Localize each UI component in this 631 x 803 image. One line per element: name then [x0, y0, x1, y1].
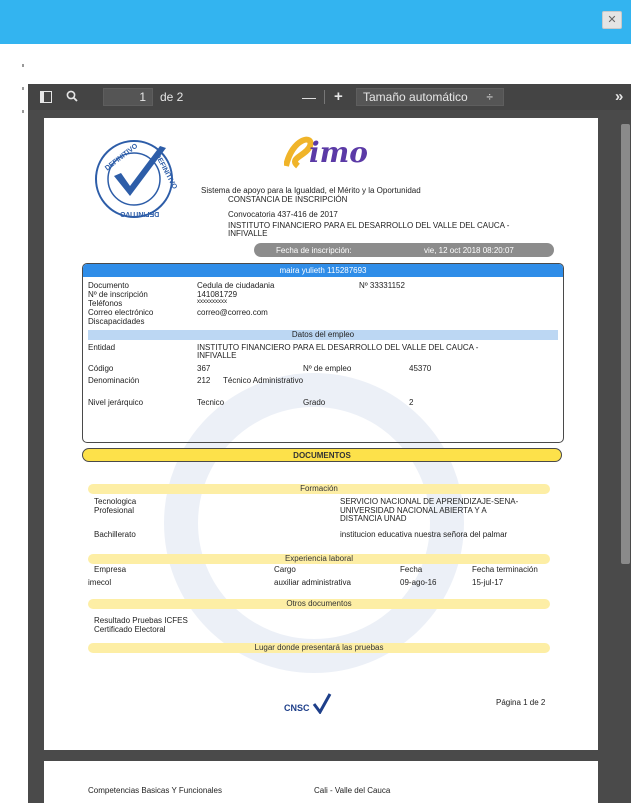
page-total-label: de 2: [160, 90, 184, 104]
formacion-header: Formación: [88, 484, 550, 494]
page-label: Página 1 de 2: [496, 698, 546, 707]
label-inscripcion: Nº de inscripción: [88, 290, 148, 299]
entity-line-2: INFIVALLE: [228, 229, 268, 238]
zoom-select-value: Tamaño automático: [363, 90, 468, 104]
window-body-gap: [0, 44, 631, 84]
exp-col-fecha-terminacion: Fecha terminación: [472, 565, 538, 574]
more-tools-icon[interactable]: »: [615, 84, 623, 110]
pdf-viewer[interactable]: DEFINITIVO DEFINITIVO DEFINITIVO imo Sis…: [28, 110, 631, 803]
header-subtitle: Sistema de apoyo para la Igualdad, el Mé…: [201, 186, 421, 195]
label-grado: Grado: [303, 398, 326, 407]
documentos-header: DOCUMENTOS: [82, 448, 562, 462]
exp-col-empresa: Empresa: [94, 565, 127, 574]
close-icon[interactable]: ✕: [602, 11, 622, 29]
entity-line-1: INSTITUTO FINANCIERO PARA EL DESARROLLO …: [228, 221, 510, 230]
pdf-toolbar: 1 de 2 — + Tamaño automático ÷ »: [28, 84, 631, 110]
toolbar-divider: [324, 90, 325, 104]
person-info-box: maira yulieth 115287693 Documento Cedula…: [82, 263, 564, 443]
sidebar-toggle-icon[interactable]: [40, 84, 54, 110]
otros-header: Otros documentos: [88, 599, 550, 609]
simo-logo-text: imo: [309, 136, 368, 169]
label-correo: Correo electrónico: [88, 308, 154, 317]
value-denominacion-name: Técnico Administrativo: [223, 376, 304, 385]
left-margin-marks: [0, 44, 28, 164]
zoom-out-button[interactable]: —: [302, 84, 316, 110]
header-title: CONSTANCIA DE INSCRIPCIÓN: [228, 195, 348, 204]
cnsc-logo: CNSC: [284, 692, 374, 718]
zoom-in-button[interactable]: +: [334, 84, 343, 110]
scrollbar-thumb[interactable]: [621, 124, 630, 564]
exp-cargo: auxiliar administrativa: [274, 578, 351, 587]
vertical-scrollbar[interactable]: [620, 110, 631, 803]
window-title-bar: ✕: [0, 0, 631, 44]
value-empleo-no: 45370: [409, 364, 432, 373]
exp-col-cargo: Cargo: [274, 565, 296, 574]
value-denominacion: 212: [197, 376, 211, 385]
value-entidad-1: INSTITUTO FINANCIERO PARA EL DESARROLLO …: [197, 343, 479, 352]
fecha-label: Fecha de inscripción:: [276, 246, 352, 255]
formacion-level-1: Profesional: [94, 506, 135, 515]
page-number-input[interactable]: 1: [103, 88, 153, 106]
label-codigo: Código: [88, 364, 114, 373]
value-documento: Cedula de ciudadania: [197, 281, 275, 290]
formacion-inst-3: institucion educativa nuestra señora del…: [340, 530, 508, 539]
search-icon[interactable]: [66, 84, 80, 110]
pdf-page-1: DEFINITIVO DEFINITIVO DEFINITIVO imo Sis…: [44, 118, 598, 750]
experiencia-header: Experiencia laboral: [88, 554, 550, 564]
value-inscripcion: 141081729: [197, 290, 238, 299]
label-denominacion: Denominación: [88, 376, 140, 385]
formacion-inst-0: SERVICIO NACIONAL DE APRENDIZAJE-SENA-: [340, 497, 519, 506]
value-nivel: Tecnico: [197, 398, 225, 407]
person-name-header: maira yulieth 115287693: [83, 264, 563, 277]
label-documento: Documento: [88, 281, 129, 290]
zoom-select[interactable]: Tamaño automático ÷: [356, 88, 504, 106]
value-telefonos: xxxxxxxxxx: [197, 299, 227, 305]
value-correo: correo@correo.com: [197, 308, 268, 317]
exp-fecha: 09-ago-16: [400, 578, 437, 587]
exp-empresa: imecol: [88, 578, 112, 587]
value-documento-number: Nº 33331152: [359, 281, 405, 290]
label-discapacidades: Discapacidades: [88, 317, 145, 326]
pdf-page-2: Competencias Basicas Y Funcionales Cali …: [44, 761, 598, 803]
fecha-value: vie, 12 oct 2018 08:20:07: [424, 246, 514, 255]
value-entidad-2: INFIVALLE: [197, 351, 237, 360]
convocatoria: Convocatoria 437-416 de 2017: [228, 210, 338, 219]
formacion-level-3: Bachillerato: [94, 530, 136, 539]
otros-item-0: Resultado Pruebas ICFES: [94, 616, 188, 625]
exp-fecha-terminacion: 15-jul-17: [472, 578, 504, 587]
empleo-header: Datos del empleo: [88, 330, 558, 340]
otros-item-1: Certificado Electoral: [94, 625, 166, 634]
page2-left-text: Competencias Basicas Y Funcionales: [88, 786, 222, 795]
formacion-level-0: Tecnologica: [94, 497, 137, 506]
seal-text-bottom: DEFINITIVO: [120, 210, 160, 217]
label-entidad: Entidad: [88, 343, 116, 352]
exp-col-fecha: Fecha: [400, 565, 423, 574]
formacion-inst-2: DISTANCIA UNAD: [340, 514, 407, 523]
label-empleo-no: Nº de empleo: [303, 364, 352, 373]
label-telefonos: Teléfonos: [88, 299, 123, 308]
label-nivel: Nivel jerárquico: [88, 398, 144, 407]
fecha-inscripcion-bar: Fecha de inscripción: vie, 12 oct 2018 0…: [254, 243, 554, 257]
lugar-header: Lugar donde presentará las pruebas: [88, 643, 550, 653]
value-grado: 2: [409, 398, 414, 407]
value-codigo: 367: [197, 364, 211, 373]
zoom-select-arrow: ÷: [486, 90, 493, 104]
page2-right-text: Cali - Valle del Cauca: [314, 786, 391, 795]
